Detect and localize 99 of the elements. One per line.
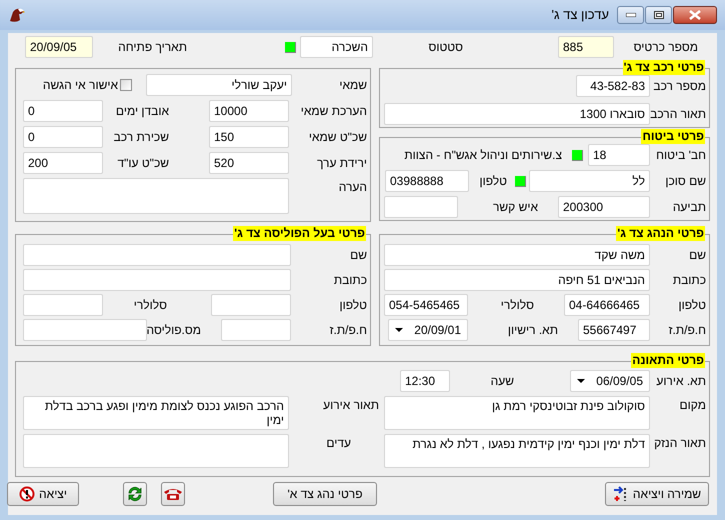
field-label: מספר רכב [652, 78, 706, 95]
refresh-icon [126, 485, 144, 503]
input-field[interactable]: סובארו 1300 [384, 103, 650, 125]
field-label: תאור אירוע [322, 397, 379, 414]
text-area[interactable]: הרכב הפוגע נכנס לצומת מימין ופגע ברכב בדלת ימין [23, 396, 289, 430]
checkbox[interactable] [120, 79, 132, 91]
field-label: חב' ביטוח [655, 147, 706, 164]
field-label: שם [688, 247, 706, 264]
field-label: שכ"ט עו"ד [116, 155, 169, 172]
section-title: פרטי רכב צד ג' [622, 60, 705, 75]
minimize-button[interactable] [617, 6, 644, 24]
save-exit-button[interactable]: שמירה ויציאה [605, 482, 709, 506]
close-button[interactable] [673, 6, 717, 24]
input-field[interactable]: 150 [209, 126, 289, 148]
field-label: ירידת ערך [316, 155, 367, 172]
field-label: שמאי [338, 77, 367, 94]
section-title: פרטי בעל הפוליסה צד ג' [233, 226, 366, 241]
field-label: אובדן ימים [114, 103, 169, 120]
field-label: תא. אירוע [655, 373, 706, 390]
input-field[interactable] [23, 319, 147, 341]
field-label: טלפון [338, 297, 367, 314]
section-title: פרטי הנהג צד ג' [616, 226, 705, 241]
input-field[interactable]: 43-582-83 [576, 75, 650, 97]
arrows-icon [612, 486, 629, 502]
input-field[interactable]: 054-5465465 [384, 294, 468, 316]
field-label: כתובת [332, 272, 367, 289]
input-field[interactable]: 55667497 [578, 319, 650, 341]
field-label: טלפון [478, 173, 507, 190]
field-label: תאריך פתיחה [117, 39, 187, 56]
field-label: שכירת רכב [112, 129, 169, 146]
input-field[interactable] [23, 294, 103, 316]
text-area[interactable] [23, 434, 289, 468]
input-field[interactable]: 885 [558, 36, 614, 58]
input-field[interactable]: 20/09/05 [25, 36, 93, 58]
field-label: כתובת [672, 272, 706, 289]
window-title: עדכון צד ג' [552, 6, 609, 24]
minimize-icon [626, 13, 636, 17]
input-field[interactable]: לל [529, 170, 650, 192]
date-dropdown[interactable]: 20/09/01 [388, 319, 468, 341]
input-field[interactable] [23, 269, 291, 291]
date-dropdown[interactable]: 06/09/05 [570, 370, 650, 392]
field-label: הערכת שמאי [300, 103, 367, 120]
field-label: שם [349, 247, 367, 264]
field-label: סלולרי [500, 297, 534, 314]
field-label: שעה [490, 373, 514, 390]
exit-button[interactable]: יציאה [7, 482, 79, 506]
field-label: תביעה [672, 199, 706, 216]
caret-icon [395, 328, 403, 332]
field-label: עדים [325, 435, 352, 452]
field-label: איש קשר [492, 199, 538, 216]
telephone-icon [163, 487, 183, 501]
input-field[interactable] [23, 244, 291, 266]
field-label: מספר כרטיס [632, 39, 698, 56]
input-field[interactable]: 04-64666465 [564, 294, 650, 316]
field-label: מס.פוליסה [147, 322, 201, 339]
refresh-button[interactable] [123, 482, 147, 506]
field-label: הערה [338, 179, 367, 196]
input-field[interactable]: 0 [23, 100, 103, 122]
field-label: טלפון [677, 297, 706, 314]
input-field[interactable]: 03988888 [385, 170, 469, 192]
field-label: שכ"ט שמאי [308, 129, 367, 146]
input-field[interactable]: משה שקד [384, 244, 650, 266]
input-field[interactable]: יעקב שורלי [146, 74, 292, 96]
input-field[interactable] [384, 196, 458, 218]
maximize-button[interactable] [645, 6, 672, 24]
driver-details-button[interactable]: פרטי נהג צד א' [273, 482, 377, 506]
input-field[interactable]: 18 [588, 144, 650, 166]
input-field[interactable]: הנביאים 51 חיפה [384, 269, 650, 291]
field-label: תא. רישיון [506, 322, 558, 339]
input-field[interactable]: 0 [23, 126, 103, 148]
caret-icon [577, 379, 585, 383]
input-field[interactable]: 520 [209, 152, 289, 174]
phone-button[interactable] [161, 482, 185, 506]
close-icon [689, 10, 701, 20]
input-field[interactable] [221, 319, 291, 341]
eagle-icon [8, 6, 26, 24]
field-label: מקום [678, 397, 706, 414]
text-area[interactable]: סוקולוב פינת זבוטינסקי רמת גן [384, 396, 650, 430]
input-field[interactable]: השכרה [300, 36, 373, 58]
field-label: ח.פ/ת.ז [668, 322, 706, 339]
field-label: שם סוכן [664, 173, 706, 190]
section-title: פרטי ביטוח [641, 129, 705, 144]
input-field[interactable]: 10000 [209, 100, 289, 122]
input-field[interactable]: 12:30 [400, 370, 450, 392]
text-area[interactable] [23, 178, 289, 214]
section-title: פרטי התאונה [631, 353, 705, 368]
prohibited-icon [19, 486, 36, 502]
field-label: ח.פ/ת.ז [328, 322, 367, 339]
field-label: סטטוס [427, 39, 463, 56]
text-area[interactable]: דלת ימין וכנף ימין קידמית נפגעו , דלת לא נגרת [384, 434, 650, 468]
input-field[interactable] [211, 294, 291, 316]
company-name: צ.שירותים וניהול אגש"ח - הצוות [404, 147, 562, 164]
field-label: תאור הרכב [650, 106, 706, 123]
maximize-icon [654, 11, 664, 19]
field-label: סלולרי [132, 297, 167, 314]
input-field[interactable]: 200 [23, 152, 103, 174]
field-label: אישור אי הגשה [42, 77, 118, 94]
field-label: תאור הנזק [653, 435, 706, 452]
input-field[interactable]: 200300 [558, 196, 650, 218]
